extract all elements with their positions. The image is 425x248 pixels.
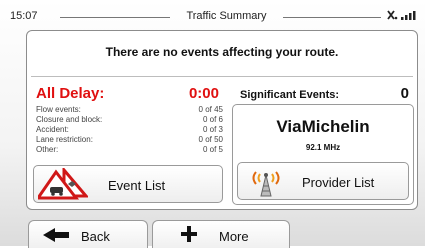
event-list-button[interactable]: Event List [33, 165, 223, 203]
back-button[interactable]: Back [28, 220, 148, 248]
event-row-lane: Lane restriction: 0 of 50 [36, 135, 223, 145]
event-row-other: Other: 0 of 5 [36, 145, 223, 155]
event-count: 0 of 3 [202, 125, 223, 134]
event-count: 0 of 6 [202, 115, 223, 124]
more-button[interactable]: More [152, 220, 290, 248]
status-bar: 15:07 Traffic Summary [0, 0, 425, 28]
event-row-closure: Closure and block: 0 of 6 [36, 115, 223, 125]
satellite-signal-icon [387, 10, 416, 20]
back-arrow-icon [43, 228, 69, 242]
all-delay-value: 0:00 [188, 85, 219, 102]
traffic-summary-panel: There are no events affecting your route… [26, 30, 418, 210]
provider-frequency: 92.1 MHz [305, 143, 341, 152]
event-row-accident: Accident: 0 of 3 [36, 125, 223, 135]
more-label: More [219, 229, 249, 244]
provider-name: ViaMichelin [276, 117, 370, 136]
event-label: Lane restriction: [36, 135, 93, 144]
event-count: 0 of 5 [202, 145, 223, 154]
significant-events-label: Significant Events: [240, 89, 340, 101]
title-divider-right [283, 17, 381, 18]
divider [31, 76, 413, 77]
title-divider-left [60, 17, 170, 18]
plus-icon [181, 226, 197, 242]
back-label: Back [81, 229, 110, 244]
significant-events-count: 0 [400, 85, 409, 102]
radio-tower-icon [252, 171, 280, 197]
event-label: Accident: [36, 125, 69, 134]
route-status-message: There are no events affecting your route… [105, 45, 339, 59]
clock: 15:07 [10, 10, 38, 22]
warning-signs-icon [38, 168, 88, 200]
all-delay-label: All Delay: [36, 85, 105, 102]
event-list-label: Event List [108, 178, 166, 193]
event-label: Other: [36, 145, 59, 154]
screen-title: Traffic Summary [186, 10, 267, 22]
event-count: 0 of 50 [198, 135, 223, 144]
event-label: Closure and block: [36, 115, 103, 124]
event-count: 0 of 45 [198, 105, 223, 114]
provider-list-label: Provider List [302, 175, 375, 190]
event-label: Flow events: [36, 105, 81, 114]
provider-panel: ViaMichelin 92.1 MHz Provider List [232, 104, 414, 205]
provider-list-button[interactable]: Provider List [237, 162, 409, 200]
event-row-flow: Flow events: 0 of 45 [36, 105, 223, 115]
